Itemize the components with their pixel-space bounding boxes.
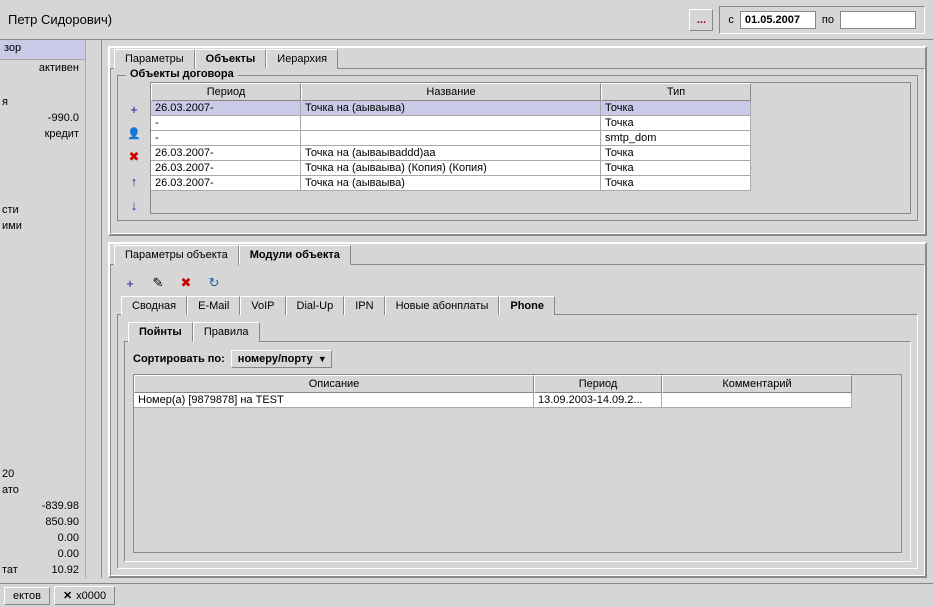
person-icon[interactable]: 👤 — [124, 124, 144, 142]
module-tab-summary[interactable]: Сводная — [121, 296, 187, 315]
objects-table[interactable]: Период Название Тип 26.03.2007-Точка на … — [150, 82, 911, 214]
number-value: 0.00 — [0, 530, 85, 546]
title-bar: Петр Сидорович) ... с 01.05.2007 по — [0, 0, 933, 40]
fieldset-legend: Объекты договора — [126, 68, 238, 80]
tab-hierarchy[interactable]: Иерархия — [266, 49, 338, 69]
bottom-tab-2[interactable]: ✕ x0000 — [54, 586, 115, 605]
list-item: сти — [0, 202, 85, 218]
close-icon[interactable]: ✕ — [63, 589, 72, 602]
list-item: -990.0 — [0, 110, 85, 126]
stat-value: 10.92 — [51, 564, 79, 576]
module-tab-dialup[interactable]: Dial-Up — [286, 296, 345, 315]
down-arrow-icon[interactable]: ↓ — [124, 196, 144, 214]
date-range-group: с 01.05.2007 по — [719, 6, 925, 34]
table-row[interactable]: 26.03.2007-Точка на (аываываddd)aaТочка — [151, 146, 910, 161]
objects-panel: Параметры Объекты Иерархия Объекты догов… — [108, 46, 927, 236]
add-icon[interactable]: + — [121, 275, 139, 291]
ellipsis-button[interactable]: ... — [689, 9, 713, 31]
col-header-desc[interactable]: Описание — [134, 375, 534, 393]
module-tab-newfees[interactable]: Новые абонплаты — [385, 296, 500, 315]
col-header-type[interactable]: Тип — [601, 83, 751, 101]
number-value: 0.00 — [0, 546, 85, 562]
col-header-period[interactable]: Период — [534, 375, 662, 393]
subtab-rules[interactable]: Правила — [193, 322, 260, 342]
module-tab-ipn[interactable]: IPN — [344, 296, 384, 315]
bottom-tab-label: x0000 — [76, 590, 106, 602]
table-row[interactable]: -Точка — [151, 116, 910, 131]
points-table[interactable]: Описание Период Комментарий Номер(а) [98… — [133, 374, 902, 553]
bottom-bar: ектов ✕ x0000 — [0, 583, 933, 607]
number-value: -839.98 — [0, 498, 85, 514]
tab-parameters[interactable]: Параметры — [114, 49, 195, 69]
module-toolbar: + ✎ ✖ ↻ — [117, 271, 918, 295]
window-title: Петр Сидорович) — [8, 12, 112, 27]
table-row[interactable]: 26.03.2007-Точка на (аываыва) (Копия) (К… — [151, 161, 910, 176]
date-to-input[interactable] — [840, 11, 916, 29]
contract-objects-fieldset: Объекты договора + 👤 ✖ ↑ ↓ Период — [117, 75, 918, 221]
list-item: ато — [0, 482, 85, 498]
sidebar-scrollbar[interactable] — [85, 40, 101, 578]
list-item: ими — [0, 218, 85, 234]
add-icon[interactable]: + — [124, 100, 144, 118]
date-from-label: с — [728, 14, 734, 26]
bottom-tab-1[interactable]: ектов — [4, 587, 50, 605]
table-row[interactable]: -smtp_dom — [151, 131, 910, 146]
tab-objects[interactable]: Объекты — [195, 49, 267, 69]
subtab-points[interactable]: Пойнты — [128, 322, 193, 342]
date-from-input[interactable]: 01.05.2007 — [740, 11, 816, 29]
objects-toolbar: + 👤 ✖ ↑ ↓ — [124, 82, 146, 214]
refresh-icon[interactable]: ↻ — [205, 275, 223, 291]
edit-icon[interactable]: ✎ — [149, 275, 167, 291]
stat-label: тат — [2, 564, 18, 576]
col-header-period[interactable]: Период — [151, 83, 301, 101]
list-item: кредит — [0, 126, 85, 142]
sort-combo[interactable]: номеру/порту — [231, 350, 332, 368]
module-tab-email[interactable]: E-Mail — [187, 296, 240, 315]
module-tab-voip[interactable]: VoIP — [240, 296, 285, 315]
col-header-name[interactable]: Название — [301, 83, 601, 101]
tab-object-params[interactable]: Параметры объекта — [114, 245, 239, 265]
up-arrow-icon[interactable]: ↑ — [124, 172, 144, 190]
left-sidebar: зор активен я -990.0 кредит сти ими 20 а… — [0, 40, 102, 578]
module-tab-phone[interactable]: Phone — [499, 296, 555, 315]
sort-label: Сортировать по: — [133, 353, 225, 365]
col-header-comment[interactable]: Комментарий — [662, 375, 852, 393]
delete-icon[interactable]: ✖ — [124, 148, 144, 166]
table-row[interactable]: 26.03.2007-Точка на (аываыва)Точка — [151, 101, 910, 116]
table-row[interactable]: Номер(а) [9879878] на TEST13.09.2003-14.… — [134, 393, 901, 408]
date-to-label: по — [822, 14, 834, 26]
number-value: 850.90 — [0, 514, 85, 530]
delete-icon[interactable]: ✖ — [177, 275, 195, 291]
object-details-panel: Параметры объекта Модули объекта + ✎ ✖ ↻… — [108, 242, 927, 578]
sidebar-selected-row[interactable]: зор — [0, 40, 85, 60]
list-item: 20 — [0, 466, 85, 482]
tab-object-modules[interactable]: Модули объекта — [239, 245, 351, 265]
list-item: я — [0, 94, 85, 110]
list-item: активен — [0, 60, 85, 76]
table-row[interactable]: 26.03.2007-Точка на (аываыва)Точка — [151, 176, 910, 191]
